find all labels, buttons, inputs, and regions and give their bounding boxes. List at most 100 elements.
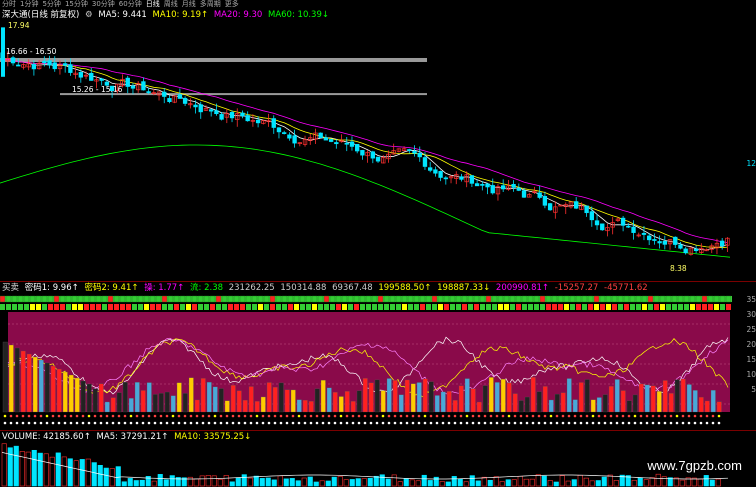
signal-cell <box>258 304 263 310</box>
candle-body <box>547 203 553 211</box>
candlestick-chart[interactable] <box>0 0 740 280</box>
signal-dot <box>303 421 307 425</box>
histogram-bar <box>50 365 56 413</box>
candle-body <box>673 236 678 245</box>
signal-dot <box>411 414 415 418</box>
signal-cell <box>437 295 444 303</box>
histogram-bar <box>248 386 254 413</box>
signal-dot <box>417 414 421 418</box>
volume-bar <box>31 449 37 487</box>
signal-cell <box>216 304 221 310</box>
signal-dot <box>159 421 163 425</box>
indicator-chart[interactable] <box>0 292 740 432</box>
signal-dot <box>69 421 73 425</box>
volume-bar <box>421 474 427 487</box>
signal-dot <box>621 421 625 425</box>
signal-cell <box>198 304 203 310</box>
volume-bar <box>343 479 349 487</box>
histogram-bar <box>410 383 416 413</box>
volume-bar <box>607 474 613 487</box>
volume-bar <box>79 459 85 487</box>
signal-cell <box>173 295 180 303</box>
signal-dot <box>219 414 223 418</box>
signal-cell <box>102 304 107 310</box>
signal-dot <box>21 414 25 418</box>
volume-bar <box>715 478 721 487</box>
signal-dot <box>267 414 271 418</box>
candle-body <box>318 132 323 138</box>
volume-bar <box>295 480 301 487</box>
histogram-bar <box>62 371 68 413</box>
signal-dot <box>33 421 37 425</box>
signal-dot <box>273 421 277 425</box>
signal-cell <box>443 295 450 303</box>
signal-dot <box>525 414 529 418</box>
histogram-bar <box>386 378 392 413</box>
candle-body <box>474 183 480 187</box>
histogram-bar <box>560 392 566 413</box>
signal-cell <box>6 304 11 310</box>
histogram-bar <box>290 389 296 413</box>
volume-bar <box>547 480 553 487</box>
signal-cell <box>467 295 474 303</box>
volume-bar <box>379 474 385 487</box>
histogram-bar <box>542 386 548 413</box>
signal-dot <box>603 421 607 425</box>
histogram-bar <box>242 399 248 413</box>
signal-dot <box>453 421 457 425</box>
volume-bar <box>655 473 661 487</box>
histogram-bar <box>314 388 320 413</box>
volume-bar <box>133 480 139 487</box>
signal-dot <box>339 421 343 425</box>
signal-dot <box>345 421 349 425</box>
signal-cell <box>432 304 437 310</box>
signal-cell <box>155 295 162 303</box>
signal-dot <box>201 414 205 418</box>
volume-bar <box>661 476 667 487</box>
histogram-bar <box>56 368 62 413</box>
signal-cell <box>41 295 48 303</box>
volume-bar <box>85 458 91 487</box>
histogram-bar <box>620 390 626 413</box>
indicator-tick-label: 15 <box>746 355 756 364</box>
signal-cell <box>407 295 414 303</box>
histogram-bar <box>680 378 686 413</box>
volume-bar <box>613 480 619 487</box>
volume-bar <box>127 478 133 487</box>
signal-cell <box>504 304 509 310</box>
candle-body <box>662 240 667 245</box>
signal-dot <box>627 421 631 425</box>
histogram-bar <box>488 377 494 413</box>
histogram-bar <box>590 399 596 413</box>
volume-value[interactable]: VOLUME: 42185.60↑ <box>2 432 91 442</box>
signal-dot <box>423 414 427 418</box>
signal-dot <box>711 414 715 418</box>
volume-chart[interactable] <box>0 442 740 487</box>
signal-dot <box>657 421 661 425</box>
signal-cell <box>60 304 65 310</box>
candle-body <box>10 57 16 64</box>
volume-bar <box>7 447 13 487</box>
signal-dot <box>33 414 37 418</box>
signal-cell <box>90 304 95 310</box>
candle-body <box>146 91 151 93</box>
signal-cell <box>570 304 575 310</box>
signal-dot <box>255 421 259 425</box>
signal-dot <box>93 414 97 418</box>
signal-dot <box>579 421 583 425</box>
signal-dot <box>135 414 139 418</box>
signal-cell <box>515 295 522 303</box>
histogram-bar <box>272 387 278 413</box>
volume-bar <box>139 479 145 487</box>
signal-cell <box>522 304 527 310</box>
signal-cell <box>618 304 623 310</box>
signal-cell <box>347 295 354 303</box>
signal-cell <box>414 304 419 310</box>
candle-body <box>459 176 464 180</box>
candle-body <box>125 77 130 87</box>
signal-dot <box>639 421 643 425</box>
signal-cell <box>689 295 696 303</box>
signal-cell <box>36 304 41 310</box>
volume-bar <box>595 480 601 487</box>
candle-body <box>631 226 636 233</box>
